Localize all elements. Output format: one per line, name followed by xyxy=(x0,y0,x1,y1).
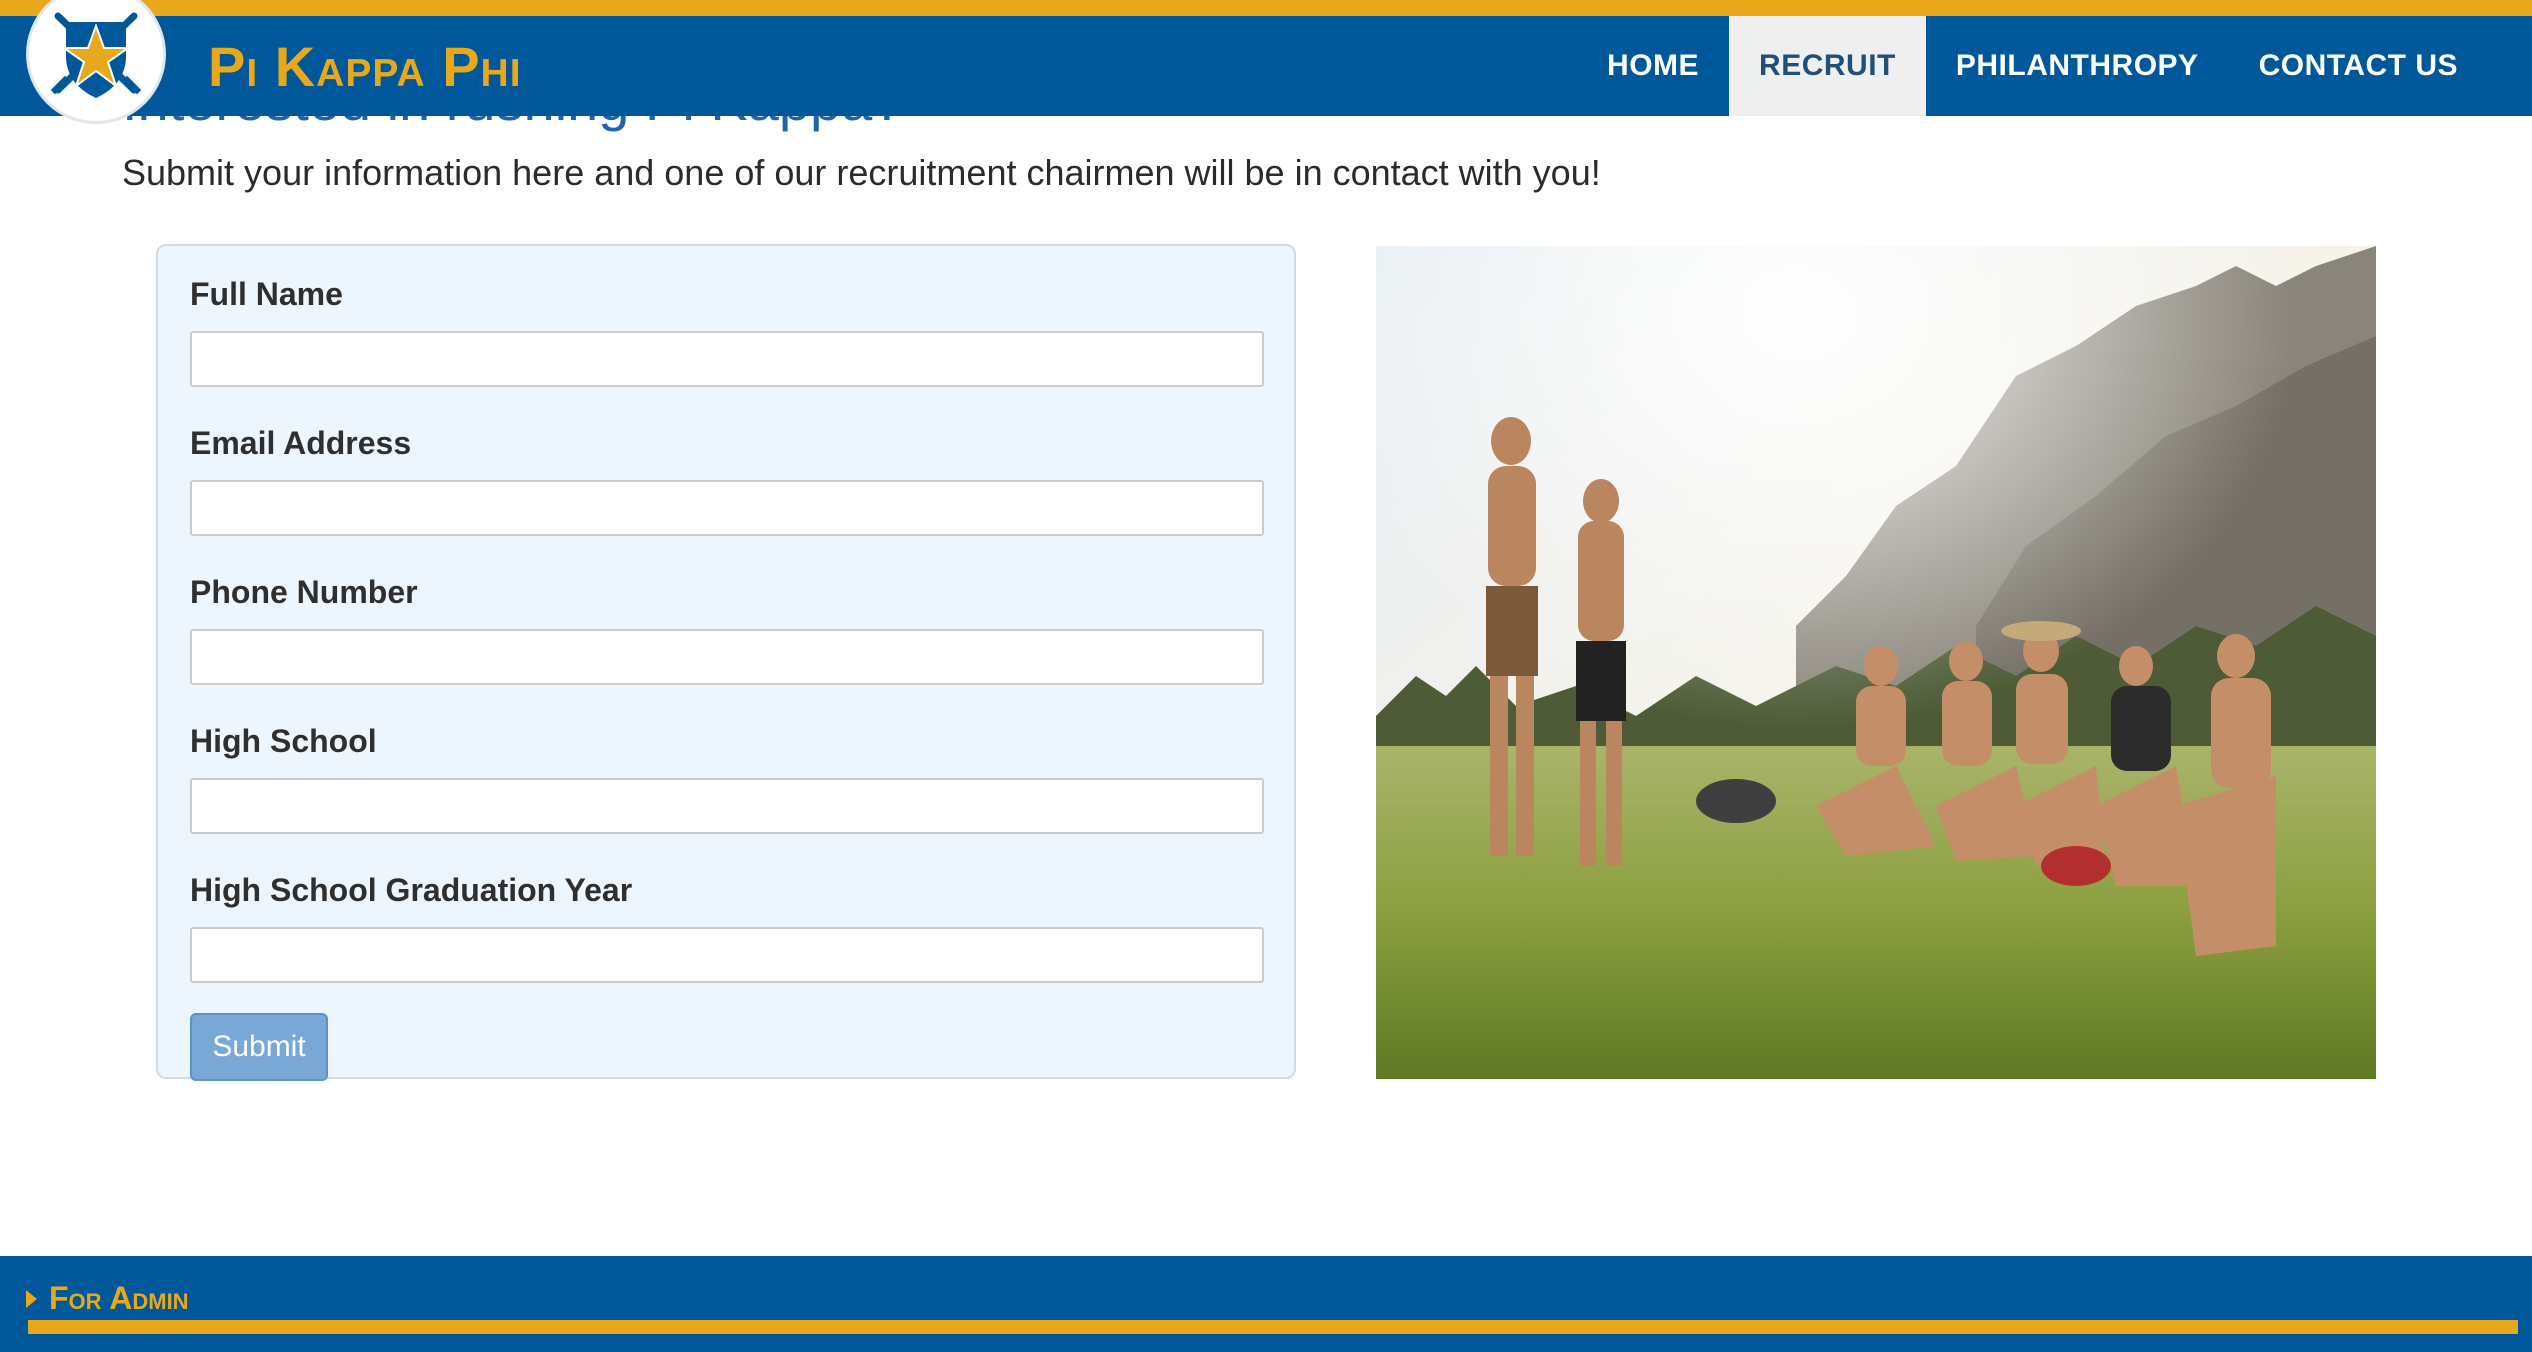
graduation-year-label: High School Graduation Year xyxy=(190,872,633,908)
main-nav: HOME RECRUIT PHILANTHROPY CONTACT US xyxy=(1577,16,2532,116)
field-email: Email Address xyxy=(190,425,1264,536)
field-high-school: High School xyxy=(190,723,1264,834)
for-admin-toggle[interactable]: For Admin xyxy=(26,1280,189,1317)
caret-right-icon xyxy=(26,1289,37,1308)
group-photo-image xyxy=(1376,246,2376,1079)
high-school-label: High School xyxy=(190,723,377,759)
full-name-label: Full Name xyxy=(190,276,343,312)
high-school-input[interactable] xyxy=(190,778,1264,834)
intro-text: Submit your information here and one of … xyxy=(122,152,1601,193)
field-phone: Phone Number xyxy=(190,574,1264,685)
footer-gold-stripe xyxy=(28,1320,2518,1334)
nav-contact-us[interactable]: CONTACT US xyxy=(2229,16,2488,116)
recruitment-photo xyxy=(1376,246,2376,1079)
for-admin-label: For Admin xyxy=(49,1280,189,1316)
email-label: Email Address xyxy=(190,425,412,461)
graduation-year-input[interactable] xyxy=(190,927,1264,983)
header-gold-stripe xyxy=(0,0,2532,16)
submit-button[interactable]: Submit xyxy=(190,1013,328,1081)
page-root: Pi Kappa Phi HOME RECRUIT PHILANTHROPY C… xyxy=(0,0,2532,1352)
email-input[interactable] xyxy=(190,480,1264,536)
footer: For Admin xyxy=(0,1256,2532,1352)
phone-input[interactable] xyxy=(190,629,1264,685)
full-name-input[interactable] xyxy=(190,331,1264,387)
star-crest-icon xyxy=(50,12,142,98)
nav-home[interactable]: HOME xyxy=(1577,16,1729,116)
brand-name[interactable]: Pi Kappa Phi xyxy=(208,16,522,116)
nav-recruit[interactable]: RECRUIT xyxy=(1729,16,1926,116)
phone-label: Phone Number xyxy=(190,574,418,610)
field-full-name: Full Name xyxy=(190,276,1264,387)
nav-philanthropy[interactable]: PHILANTHROPY xyxy=(1926,16,2229,116)
recruit-form: Full Name Email Address Phone Number Hig… xyxy=(156,244,1296,1081)
field-graduation-year: High School Graduation Year xyxy=(190,872,1264,983)
logo-icon[interactable] xyxy=(26,0,166,124)
